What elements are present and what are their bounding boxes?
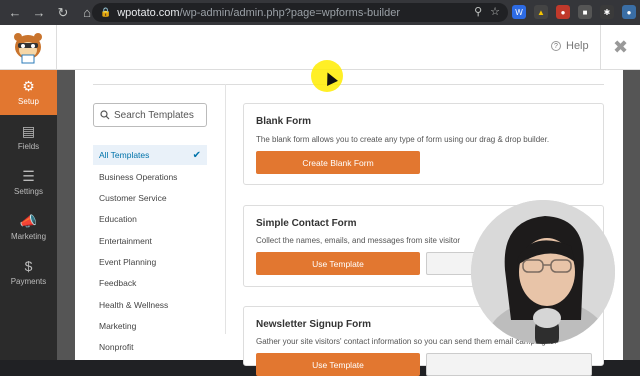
panel-divider [93,84,604,85]
category-label: Education [99,214,137,224]
template-description: Gather your site visitors' contact infor… [256,337,557,346]
search-placeholder: Search Templates [114,109,194,121]
webcam-overlay [471,200,615,344]
category-label: All Templates [99,150,150,160]
extension-icon[interactable]: ■ [578,5,592,19]
megaphone-icon: 📣 [19,213,38,229]
forward-icon[interactable]: → [30,4,48,22]
category-item[interactable]: Customer Service [93,188,207,208]
url-host: wpotato.com [117,6,180,19]
gear-icon: ⚙ [22,78,35,94]
sidebar-item-label: Setup [18,97,39,106]
create-blank-form-button[interactable]: Create Blank Form [256,151,420,174]
category-item[interactable]: All Templates ✔ [93,145,207,165]
sidebar-item-fields[interactable]: ▤ Fields [0,115,57,160]
template-description: Collect the names, emails, and messages … [256,236,461,245]
checkmark-icon: ✔ [192,149,201,161]
template-description: The blank form allows you to create any … [256,135,550,144]
template-title: Blank Form [256,116,312,127]
extension-icon[interactable]: ▲ [534,5,548,19]
search-templates-input[interactable]: Search Templates [93,103,207,127]
dollar-icon: $ [24,258,33,274]
category-label: Business Operations [99,172,178,182]
use-template-button[interactable]: Use Template [256,353,420,376]
profile-icon[interactable]: ● [622,5,636,19]
category-label: Feedback [99,278,137,288]
help-label: Help [566,40,589,52]
column-divider [225,84,226,334]
sidebar-item-settings[interactable]: ☰ Settings [0,160,57,205]
builder-sidebar: ⚙ Setup ▤ Fields ☰ Settings 📣 Marketing … [0,70,57,360]
extension-record-icon[interactable]: ● [556,5,570,19]
extension-wordpress-icon[interactable]: W [512,5,526,19]
sidebar-item-label: Marketing [10,232,47,241]
template-card-blank[interactable]: Blank Form The blank form allows you to … [243,103,604,185]
category-label: Entertainment [99,236,152,246]
view-demo-button[interactable] [426,353,592,376]
category-label: Health & Wellness [99,300,169,310]
category-item[interactable]: Event Planning [93,252,207,272]
sidebar-item-marketing[interactable]: 📣 Marketing [0,205,57,250]
category-item[interactable]: Entertainment [93,231,207,251]
help-icon: ? [551,41,561,51]
lock-icon: 🔒 [100,7,112,17]
category-item[interactable]: Health & Wellness [93,295,207,315]
bookmark-star-icon[interactable]: ☆ [490,5,500,18]
category-label: Nonprofit [99,342,134,352]
template-title: Simple Contact Form [256,218,357,229]
address-bar[interactable]: 🔒 wpotato.com/wp-admin/admin.php?page=wp… [92,3,508,22]
sidebar-item-payments[interactable]: $ Payments [0,250,57,295]
url-path: /wp-admin/admin.php?page=wpforms-builder [179,6,401,19]
search-icon [100,110,110,120]
puzzle-icon[interactable]: ✱ [600,5,614,19]
sidebar-item-label: Settings [14,187,43,196]
sidebar-item-label: Fields [17,142,40,151]
back-icon[interactable]: ← [6,4,24,22]
browser-toolbar: ← → ↻ ⌂ 🔒 wpotato.com/wp-admin/admin.php… [0,0,640,25]
reload-icon[interactable]: ↻ [54,4,72,22]
sidebar-item-setup[interactable]: ⚙ Setup [0,70,57,115]
category-item[interactable]: Education [93,209,207,229]
wpforms-logo [0,25,57,70]
category-item[interactable]: Nonprofit [93,337,207,357]
template-title: Newsletter Signup Form [256,319,372,330]
use-template-button[interactable]: Use Template [256,252,420,275]
sidebar-item-label: Payments [10,277,47,286]
category-item[interactable]: Feedback [93,273,207,293]
close-icon[interactable]: ✖ [600,25,640,70]
category-label: Event Planning [99,257,157,267]
category-item[interactable]: Business Operations [93,167,207,187]
fields-icon: ▤ [21,123,36,139]
category-item[interactable]: Marketing [93,316,207,336]
sliders-icon: ☰ [22,168,35,184]
category-label: Customer Service [99,193,167,203]
zoom-icon[interactable]: ⚲ [474,5,482,18]
help-button[interactable]: ? Help [551,40,589,52]
category-label: Marketing [99,321,137,331]
